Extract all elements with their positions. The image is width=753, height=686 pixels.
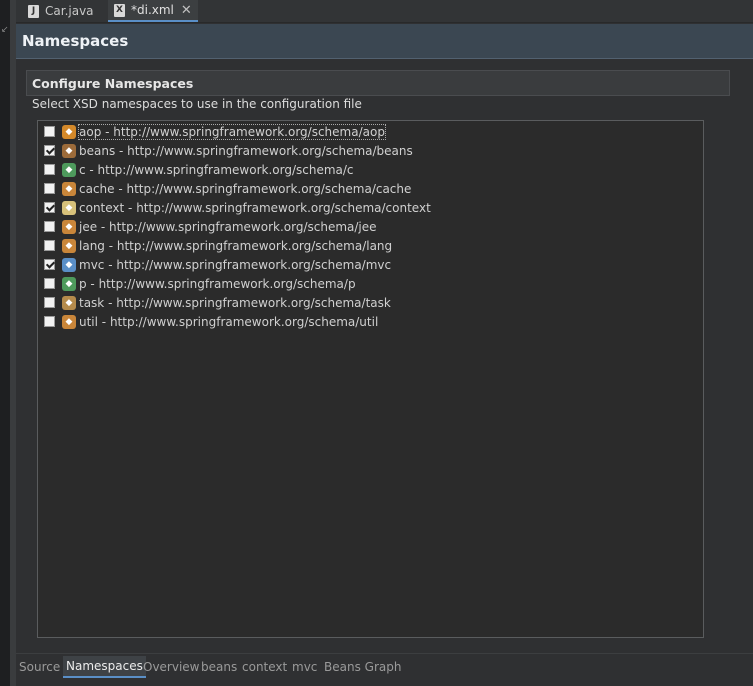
namespace-checkbox[interactable] bbox=[44, 183, 55, 194]
namespace-checkbox[interactable] bbox=[44, 278, 55, 289]
namespace-item[interactable]: ◆ c - http://www.springframework.org/sche… bbox=[44, 160, 354, 179]
namespace-checkbox[interactable] bbox=[44, 259, 55, 270]
tab-label: Car.java bbox=[45, 4, 94, 18]
namespace-item[interactable]: ◆ aop - http://www.springframework.org/sc… bbox=[44, 122, 386, 141]
xml-file-icon: X bbox=[114, 3, 125, 17]
namespace-item[interactable]: ◆ lang - http://www.springframework.org/s… bbox=[44, 236, 392, 255]
namespace-item[interactable]: ◆ context - http://www.springframework.or… bbox=[44, 198, 431, 217]
section-description: Select XSD namespaces to use in the conf… bbox=[32, 97, 362, 111]
namespace-checkbox[interactable] bbox=[44, 316, 55, 327]
namespace-label: lang - http://www.springframework.org/sc… bbox=[79, 238, 393, 253]
namespace-label: mvc - http://www.springframework.org/sch… bbox=[79, 257, 392, 272]
page-tab-overview[interactable]: Overview bbox=[140, 656, 203, 678]
context-namespace-icon: ◆ bbox=[62, 200, 76, 215]
namespace-checkbox[interactable] bbox=[44, 164, 55, 175]
namespace-checkbox[interactable] bbox=[44, 297, 55, 308]
namespace-item[interactable]: ◆ task - http://www.springframework.org/s… bbox=[44, 293, 391, 312]
namespace-list[interactable]: ◆ aop - http://www.springframework.org/sc… bbox=[37, 120, 704, 638]
namespace-checkbox[interactable] bbox=[44, 221, 55, 232]
util-namespace-icon: ◆ bbox=[62, 314, 76, 329]
tab-di-xml[interactable]: X *di.xml ✕ bbox=[108, 0, 198, 22]
namespace-label: util - http://www.springframework.org/sc… bbox=[79, 314, 379, 329]
namespace-item[interactable]: ◆ beans - http://www.springframework.org/… bbox=[44, 141, 413, 160]
namespace-item[interactable]: ◆ util - http://www.springframework.org/s… bbox=[44, 312, 378, 331]
java-file-icon: J bbox=[28, 4, 39, 18]
section-header[interactable]: Configure Namespaces bbox=[26, 70, 730, 96]
namespace-label: task - http://www.springframework.org/sc… bbox=[79, 295, 391, 310]
gutter-marker-icon: ↙ bbox=[1, 25, 9, 35]
aop-namespace-icon: ◆ bbox=[62, 124, 76, 139]
beans-namespace-icon: ◆ bbox=[62, 143, 76, 158]
tab-car-java[interactable]: J Car.java bbox=[22, 0, 100, 22]
close-icon[interactable]: ✕ bbox=[181, 3, 192, 18]
page-tab-beans-graph[interactable]: Beans Graph bbox=[321, 656, 404, 678]
task-namespace-icon: ◆ bbox=[62, 295, 76, 310]
namespace-label: jee - http://www.springframework.org/sch… bbox=[79, 219, 377, 234]
page-tab-namespaces[interactable]: Namespaces bbox=[63, 656, 146, 678]
lang-namespace-icon: ◆ bbox=[62, 238, 76, 253]
namespace-label: p - http://www.springframework.org/schem… bbox=[79, 276, 356, 291]
namespace-label: aop - http://www.springframework.org/sch… bbox=[78, 123, 386, 140]
c-namespace-icon: ◆ bbox=[62, 162, 76, 177]
namespace-checkbox[interactable] bbox=[44, 126, 55, 137]
tab-label: *di.xml bbox=[131, 3, 174, 17]
namespace-label: cache - http://www.springframework.org/s… bbox=[79, 181, 412, 196]
namespace-checkbox[interactable] bbox=[44, 202, 55, 213]
mvc-namespace-icon: ◆ bbox=[62, 257, 76, 272]
page-tab-mvc[interactable]: mvc bbox=[289, 656, 320, 678]
page-title: Namespaces bbox=[16, 24, 753, 59]
cache-namespace-icon: ◆ bbox=[62, 181, 76, 196]
namespace-checkbox[interactable] bbox=[44, 145, 55, 156]
left-gutter: ↙ bbox=[0, 0, 10, 686]
p-namespace-icon: ◆ bbox=[62, 276, 76, 291]
editor-tab-bar: J Car.java X *di.xml ✕ bbox=[16, 0, 753, 23]
namespace-label: c - http://www.springframework.org/schem… bbox=[79, 162, 354, 177]
namespace-item[interactable]: ◆ mvc - http://www.springframework.org/sc… bbox=[44, 255, 391, 274]
namespaces-editor: Namespaces Configure Namespaces Select X… bbox=[16, 23, 753, 686]
jee-namespace-icon: ◆ bbox=[62, 219, 76, 234]
namespace-label: beans - http://www.springframework.org/s… bbox=[79, 143, 413, 158]
namespace-checkbox[interactable] bbox=[44, 240, 55, 251]
page-tab-beans[interactable]: beans bbox=[198, 656, 240, 678]
namespace-item[interactable]: ◆ cache - http://www.springframework.org/… bbox=[44, 179, 411, 198]
namespace-item[interactable]: ◆ p - http://www.springframework.org/sche… bbox=[44, 274, 356, 293]
namespace-item[interactable]: ◆ jee - http://www.springframework.org/sc… bbox=[44, 217, 377, 236]
page-tab-context[interactable]: context bbox=[239, 656, 290, 678]
editor-page-tabs: Source Namespaces Overview beans context mvc B… bbox=[16, 653, 753, 680]
page-tab-source[interactable]: Source bbox=[16, 656, 63, 678]
namespace-label: context - http://www.springframework.org… bbox=[79, 200, 431, 215]
